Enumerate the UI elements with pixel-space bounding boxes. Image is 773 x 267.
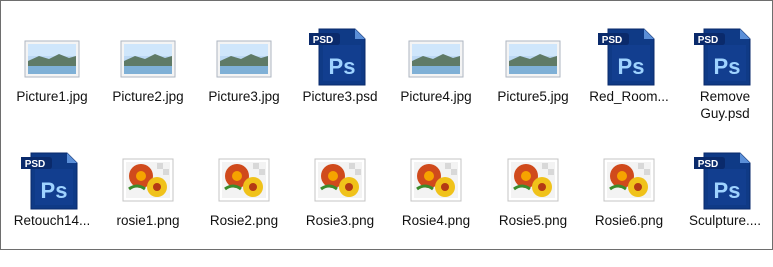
flower-image-icon bbox=[410, 158, 462, 202]
flower-image-icon bbox=[314, 158, 366, 202]
flower-image-icon bbox=[122, 158, 174, 202]
psd-badge-text: PSD bbox=[698, 159, 719, 170]
landscape-image-icon bbox=[24, 40, 80, 78]
psd-file-icon: Ps PSD bbox=[598, 28, 655, 86]
flower-image-icon bbox=[218, 158, 270, 202]
ps-logo-text: Ps bbox=[41, 178, 68, 203]
file-grid: Picture1.jpg Picture2.jpg Picture3.jpg P… bbox=[1, 1, 772, 249]
file-name: Picture3.jpg bbox=[208, 89, 280, 104]
landscape-image-icon bbox=[120, 40, 176, 78]
file-name: Picture3.psd bbox=[302, 89, 378, 104]
file-item[interactable]: Rosie3.png bbox=[294, 149, 386, 267]
file-item[interactable]: rosie1.png bbox=[102, 149, 194, 267]
file-item[interactable]: Ps PSD Sculpture.... bbox=[679, 149, 771, 267]
ps-logo-text: Ps bbox=[714, 54, 741, 79]
landscape-image-icon bbox=[216, 40, 272, 78]
file-name: Picture2.jpg bbox=[112, 89, 184, 104]
file-name: Picture1.jpg bbox=[16, 89, 88, 104]
flower-image-icon bbox=[507, 158, 559, 202]
file-name: Red_Room... bbox=[589, 89, 669, 104]
psd-badge-text: PSD bbox=[313, 35, 334, 46]
file-name: Rosie2.png bbox=[209, 213, 279, 228]
file-name: rosie1.png bbox=[116, 213, 180, 228]
psd-file-icon: Ps PSD bbox=[694, 28, 751, 86]
file-item[interactable]: Rosie6.png bbox=[583, 149, 675, 267]
file-item[interactable]: Ps PSD Picture3.psd bbox=[294, 25, 386, 143]
landscape-image-icon bbox=[408, 40, 464, 78]
file-item[interactable]: Rosie2.png bbox=[198, 149, 290, 267]
file-item[interactable]: Picture5.jpg bbox=[487, 25, 579, 143]
file-item[interactable]: Ps PSD Retouch14... bbox=[6, 149, 98, 267]
psd-file-icon: Ps PSD bbox=[21, 152, 78, 210]
file-name: Rosie6.png bbox=[594, 213, 664, 228]
psd-file-icon: Ps PSD bbox=[694, 152, 751, 210]
file-item[interactable]: Rosie5.png bbox=[487, 149, 579, 267]
file-name: Rosie4.png bbox=[401, 213, 471, 228]
file-item[interactable]: Ps PSD Red_Room... bbox=[583, 25, 675, 143]
file-item[interactable]: Picture2.jpg bbox=[102, 25, 194, 143]
file-name: Rosie5.png bbox=[498, 213, 568, 228]
file-name: Picture5.jpg bbox=[497, 89, 569, 104]
ps-logo-text: Ps bbox=[618, 54, 645, 79]
file-item[interactable]: Ps PSD Remove Guy.psd bbox=[679, 25, 771, 143]
psd-badge-text: PSD bbox=[602, 35, 623, 46]
psd-badge-text: PSD bbox=[25, 159, 46, 170]
file-name: Picture4.jpg bbox=[400, 89, 472, 104]
file-name: Retouch14... bbox=[13, 213, 91, 228]
file-name: Sculpture.... bbox=[688, 213, 762, 228]
file-item[interactable]: Rosie4.png bbox=[390, 149, 482, 267]
psd-badge-text: PSD bbox=[698, 35, 719, 46]
file-item[interactable]: Picture3.jpg bbox=[198, 25, 290, 143]
psd-file-icon: Ps PSD bbox=[309, 28, 366, 86]
file-item[interactable]: Picture1.jpg bbox=[6, 25, 98, 143]
file-name: Remove Guy.psd bbox=[699, 89, 751, 121]
file-item[interactable]: Picture4.jpg bbox=[390, 25, 482, 143]
ps-logo-text: Ps bbox=[329, 54, 356, 79]
landscape-image-icon bbox=[505, 40, 561, 78]
file-explorer-view: Picture1.jpg Picture2.jpg Picture3.jpg P… bbox=[0, 0, 773, 250]
flower-image-icon bbox=[603, 158, 655, 202]
ps-logo-text: Ps bbox=[714, 178, 741, 203]
file-name: Rosie3.png bbox=[305, 213, 375, 228]
